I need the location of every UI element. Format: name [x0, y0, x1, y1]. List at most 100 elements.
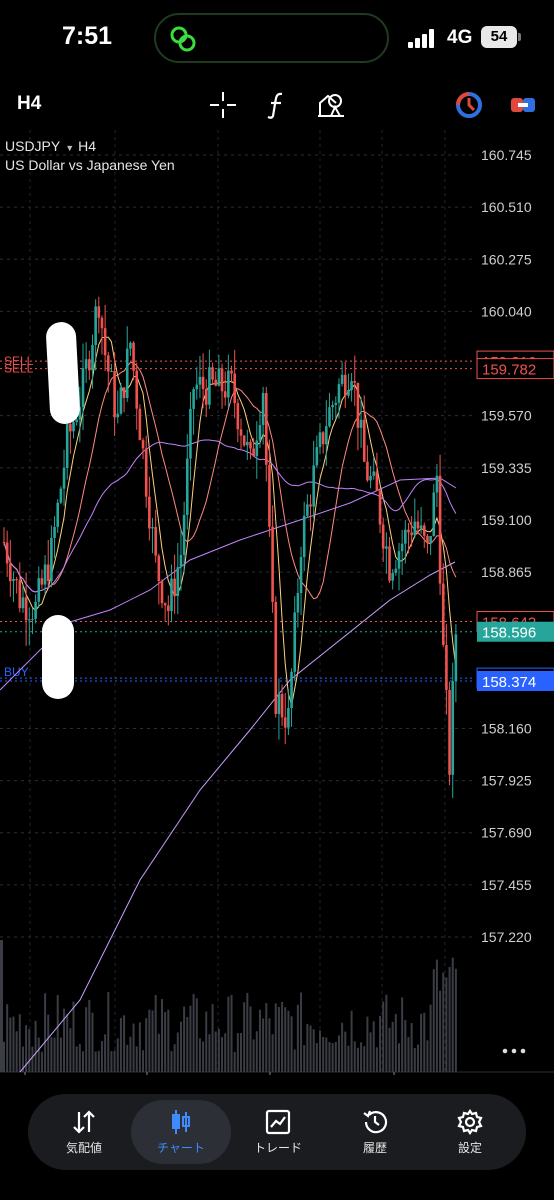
- screen: 7:51 4G 54 H4 159.782 158.596 158.374 SE…: [0, 0, 554, 1200]
- tab-trade[interactable]: トレード: [228, 1100, 328, 1164]
- candle-body: [18, 580, 22, 609]
- tab-chart[interactable]: チャート: [131, 1100, 231, 1164]
- volume-bar: [113, 1050, 116, 1072]
- volume-bars: [0, 940, 457, 1072]
- candle-body: [391, 572, 394, 581]
- volume-bar: [303, 1045, 306, 1072]
- volume-bar: [442, 972, 445, 1072]
- volume-bar: [319, 1030, 321, 1072]
- candle-body: [217, 368, 221, 386]
- volume-bar: [372, 1021, 375, 1072]
- trade-swap-icon[interactable]: [508, 90, 538, 120]
- candle-body: [325, 426, 328, 445]
- candle-body: [12, 578, 15, 582]
- candle-body: [290, 671, 293, 709]
- more-dots-icon[interactable]: [502, 1046, 526, 1056]
- candle-body: [356, 382, 360, 428]
- candlestick-chart-icon: [172, 1110, 190, 1134]
- crosshair-icon[interactable]: [208, 90, 238, 120]
- chart-color-icon[interactable]: [454, 90, 484, 120]
- volume-bar: [439, 990, 442, 1072]
- volume-bar: [356, 1047, 359, 1072]
- candle-body: [220, 368, 224, 392]
- candle-body: [413, 521, 417, 536]
- volume-bar: [12, 1016, 15, 1072]
- candle-body: [378, 490, 382, 525]
- candle-body: [410, 532, 413, 536]
- price-axis-label: 159.100: [481, 512, 532, 528]
- candle-body: [404, 529, 407, 544]
- chart-symbol-header[interactable]: USDJPY ▼ H4: [5, 138, 96, 154]
- price-axis: 160.745 160.510 160.275 160.040 159.570 159.3…: [481, 147, 532, 945]
- candle-body: [385, 546, 388, 549]
- price-axis-label: 160.745: [481, 147, 532, 163]
- candle-body: [277, 694, 281, 714]
- candle-body: [138, 408, 142, 441]
- candle-body: [9, 563, 12, 582]
- volume-bar: [350, 1010, 353, 1072]
- indicator-function-icon[interactable]: [262, 90, 292, 120]
- volume-bar: [88, 999, 91, 1072]
- volume-bar: [138, 1022, 141, 1072]
- candle-body: [445, 645, 448, 690]
- volume-bar: [15, 1031, 18, 1072]
- sell-level-2-label: 159.782: [482, 362, 536, 379]
- candle-body: [296, 593, 300, 613]
- volume-bar: [255, 1031, 258, 1072]
- candle-body: [160, 581, 164, 604]
- candle-body: [302, 515, 306, 558]
- volume-bar: [240, 1033, 242, 1072]
- volume-bar: [85, 1007, 88, 1072]
- candle-body: [84, 359, 88, 369]
- candle-body: [179, 554, 183, 568]
- timeframe-button[interactable]: H4: [17, 93, 41, 115]
- volume-bar: [198, 1038, 201, 1072]
- candle-body: [340, 374, 344, 385]
- candle-body: [315, 447, 319, 466]
- ma-line-long: [19, 561, 456, 1073]
- candle-body: [72, 422, 75, 432]
- volume-bar: [448, 966, 451, 1072]
- candle-body: [233, 373, 236, 404]
- candle-body: [37, 578, 41, 602]
- candle-body: [255, 440, 259, 457]
- volume-bar: [435, 959, 438, 1072]
- candle-body: [106, 355, 110, 372]
- candle-body: [56, 502, 60, 527]
- candle-body: [31, 618, 34, 620]
- candle-body: [366, 461, 369, 481]
- tab-quotes-label: 気配値: [65, 1141, 102, 1155]
- price-axis-label: 157.455: [481, 877, 532, 893]
- tab-settings[interactable]: 設定: [420, 1100, 520, 1164]
- volume-bar: [214, 1031, 217, 1072]
- volume-bar: [413, 1048, 416, 1072]
- tab-history[interactable]: 履歴: [325, 1100, 425, 1164]
- dynamic-island[interactable]: [154, 13, 389, 63]
- volume-bar: [454, 968, 457, 1072]
- candle-body: [173, 578, 176, 597]
- volume-bar: [233, 1051, 236, 1072]
- volume-bar: [66, 1013, 69, 1072]
- candle-body: [170, 578, 173, 612]
- volume-bar: [262, 1018, 265, 1072]
- volume-bar: [347, 1045, 350, 1072]
- volume-bar: [3, 1041, 5, 1072]
- tab-quotes[interactable]: 気配値: [34, 1100, 134, 1164]
- price-chart[interactable]: 159.816159.782158.642158.596158.387158.3…: [0, 130, 554, 1075]
- candle-body: [416, 521, 420, 529]
- candle-body: [381, 524, 385, 549]
- candle-body: [435, 475, 439, 493]
- candle-body: [268, 464, 271, 527]
- settings-gear-icon: [457, 1109, 483, 1135]
- candle-body: [426, 535, 429, 543]
- volume-bar: [268, 1018, 271, 1072]
- candle-body: [249, 441, 252, 449]
- candle-body: [151, 527, 154, 529]
- volume-bar: [192, 993, 195, 1072]
- ma-line-slow: [3, 439, 457, 593]
- volume-bar: [211, 1004, 214, 1072]
- drawing-objects-icon[interactable]: [316, 90, 346, 120]
- volume-bar: [94, 1051, 97, 1072]
- volume-bar: [50, 1037, 53, 1072]
- volume-bar: [56, 995, 59, 1072]
